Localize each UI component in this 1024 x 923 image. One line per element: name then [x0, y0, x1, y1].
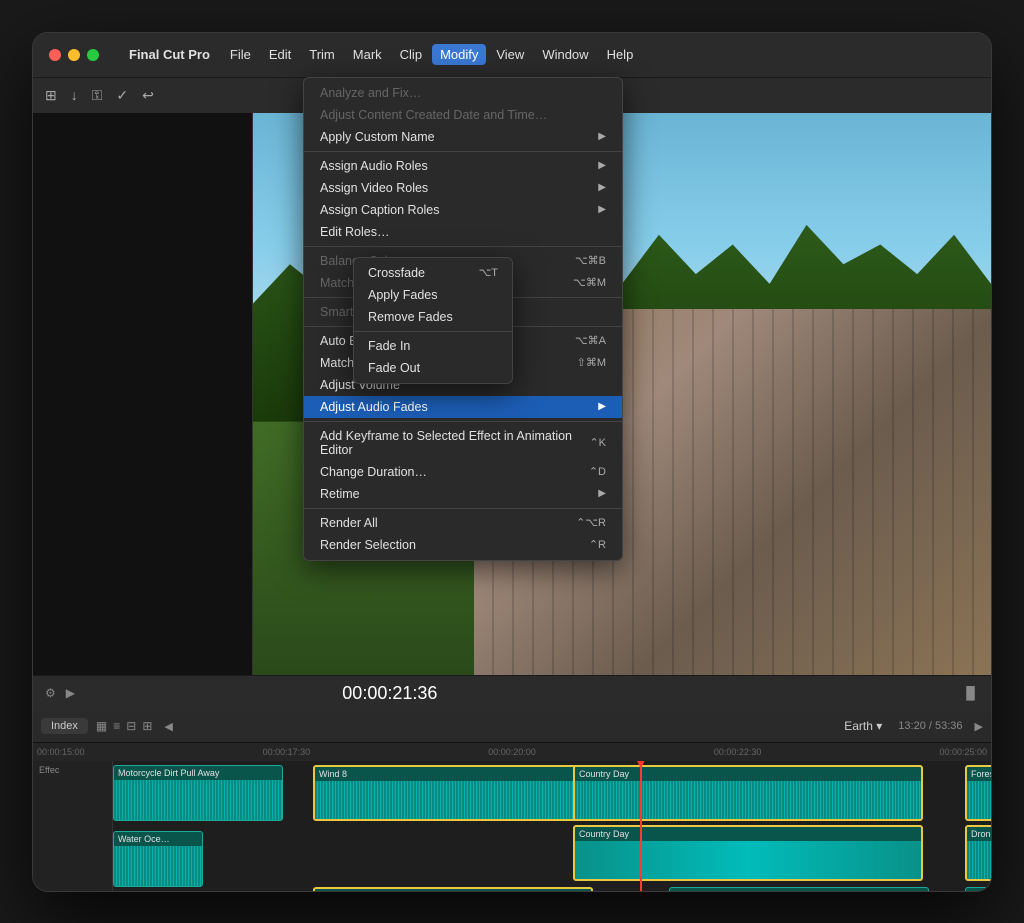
clip-label-motorcycle: Motorcycle Dirt Pull Away [114, 766, 282, 780]
list-icon: ≡ [113, 719, 120, 733]
bridge-planks [474, 309, 991, 674]
timeline-header: Index ▦ ≡ ⊟ ⊞ ◀ Earth ▾ 13:20 / 53:36 ▶ [33, 711, 991, 743]
timeline-tracks: Effec Motorcycle Dirt Pull Away Wind 8 [33, 761, 991, 891]
index-button[interactable]: Index [41, 718, 88, 734]
timeline-area: Index ▦ ≡ ⊟ ⊞ ◀ Earth ▾ 13:20 / 53:36 ▶ … [33, 711, 991, 891]
grid-icon: ⊟ [126, 719, 136, 733]
video-preview [253, 113, 991, 675]
clip-country-day-mid[interactable]: Country Day [573, 825, 923, 881]
mac-window: Final Cut Pro File Edit Trim Mark Clip M… [32, 32, 992, 892]
clip-waveform-water [114, 846, 202, 886]
clip-country-day-top[interactable]: Country Day [573, 765, 923, 821]
tracks-content: Motorcycle Dirt Pull Away Wind 8 Country… [113, 761, 991, 891]
playhead[interactable] [640, 761, 642, 891]
close-button[interactable] [49, 49, 61, 61]
ruler-mark-5: 00:00:25:00 [939, 747, 987, 757]
clip-icon: ▦ [96, 719, 107, 733]
clip-bison[interactable]: Bison SFX 01 [669, 887, 929, 891]
menu-trim[interactable]: Trim [301, 44, 343, 65]
clip-waveform-wind8-top [315, 781, 591, 819]
audio-meter-icon[interactable]: ▐▌ [962, 686, 979, 700]
menu-bar: File Edit Trim Mark Clip Modify View Win… [222, 44, 641, 65]
waveform-bars-forest01-top [967, 781, 991, 819]
clip-wind8-bottom[interactable]: Wind 8 [313, 887, 593, 891]
timeline-icons: ▦ ≡ ⊟ ⊞ [96, 719, 152, 733]
clip-label-bison: Bison SFX 01 [670, 888, 928, 891]
clip-motorcycle[interactable]: Motorcycle Dirt Pull Away [113, 765, 283, 821]
expand-icon: ⊞ [142, 719, 152, 733]
nav-left-icon[interactable]: ◀ [164, 720, 172, 733]
track-labels: Effec [33, 761, 113, 891]
bridge-scene [253, 113, 991, 675]
clip-forest01-top[interactable]: Forest 01 [965, 765, 991, 821]
playback-settings-icon[interactable]: ⚙ [45, 686, 56, 700]
clip-label-wind8-bottom: Wind 8 [315, 889, 591, 891]
ruler-marks: 00:00:15:00 00:00:17:30 00:00:20:00 00:0… [37, 747, 987, 757]
maximize-button[interactable] [87, 49, 99, 61]
menu-window[interactable]: Window [534, 44, 596, 65]
clip-label-country-day-mid: Country Day [575, 827, 921, 841]
waveform-bars-country-day-top [575, 781, 921, 819]
clip-water[interactable]: Water Oce… [113, 831, 203, 887]
waveform-bars-country-day-mid [575, 841, 921, 879]
menu-clip[interactable]: Clip [392, 44, 430, 65]
menu-help[interactable]: Help [599, 44, 642, 65]
title-bar: Final Cut Pro File Edit Trim Mark Clip M… [33, 33, 991, 77]
clip-label-country-day-top: Country Day [575, 767, 921, 781]
minimize-button[interactable] [68, 49, 80, 61]
ruler-mark-1: 00:00:15:00 [37, 747, 85, 757]
left-panel [33, 113, 253, 675]
ruler-mark-4: 00:00:22:30 [714, 747, 762, 757]
earth-selector[interactable]: Earth ▾ [844, 719, 882, 733]
bridge [474, 309, 991, 674]
menu-mark[interactable]: Mark [345, 44, 390, 65]
clip-waveform-drone [967, 841, 991, 879]
app-name: Final Cut Pro [129, 47, 210, 62]
playback-icon[interactable]: ▶ [66, 686, 75, 700]
playback-bar: ⚙ ▶ 00:00:21:36 ▐▌ [33, 675, 991, 711]
key-icon[interactable]: ⚿ [92, 87, 103, 104]
import-icon[interactable]: ↓ [71, 87, 78, 103]
menu-edit[interactable]: Edit [261, 44, 299, 65]
clip-waveform-country-day-mid [575, 841, 921, 879]
track-label-effects: Effec [37, 763, 108, 777]
clip-label-drone: Drone [967, 827, 991, 841]
waveform-bars-drone [967, 841, 991, 879]
menu-modify[interactable]: Modify [432, 44, 486, 65]
clip-label-forest01-top: Forest 01 [967, 767, 991, 781]
menu-file[interactable]: File [222, 44, 259, 65]
waveform-bars-wind8-top [315, 781, 591, 819]
clip-label-forest01-bottom: Forest 01 [966, 888, 991, 891]
library-icon[interactable]: ⊞ [45, 87, 57, 104]
waveform-bars-motorcycle [114, 780, 282, 820]
ruler-mark-3: 00:00:20:00 [488, 747, 536, 757]
clip-waveform-motorcycle [114, 780, 282, 820]
traffic-lights [49, 49, 99, 61]
nav-right-icon[interactable]: ▶ [975, 720, 983, 733]
clip-label-water: Water Oce… [114, 832, 202, 846]
clip-wind8-top[interactable]: Wind 8 [313, 765, 593, 821]
toolbar: ⊞ ↓ ⚿ ✓ ↩ [33, 77, 991, 113]
clip-forest01-bottom[interactable]: Forest 01 [965, 887, 991, 891]
timecode: 00:00:21:36 [342, 683, 437, 704]
menu-view[interactable]: View [488, 44, 532, 65]
clip-waveform-forest01-top [967, 781, 991, 819]
timeline-ruler: 00:00:15:00 00:00:17:30 00:00:20:00 00:0… [33, 743, 991, 761]
share-icon[interactable]: ↩ [142, 87, 154, 104]
clip-waveform-country-day-top [575, 781, 921, 819]
main-area [33, 113, 991, 675]
clip-drone[interactable]: Drone [965, 825, 991, 881]
check-icon[interactable]: ✓ [116, 87, 128, 104]
ruler-mark-2: 00:00:17:30 [263, 747, 311, 757]
timeline-position: 13:20 / 53:36 [898, 720, 962, 732]
waveform-bars-water [114, 846, 202, 886]
clip-label-wind8-top: Wind 8 [315, 767, 591, 781]
